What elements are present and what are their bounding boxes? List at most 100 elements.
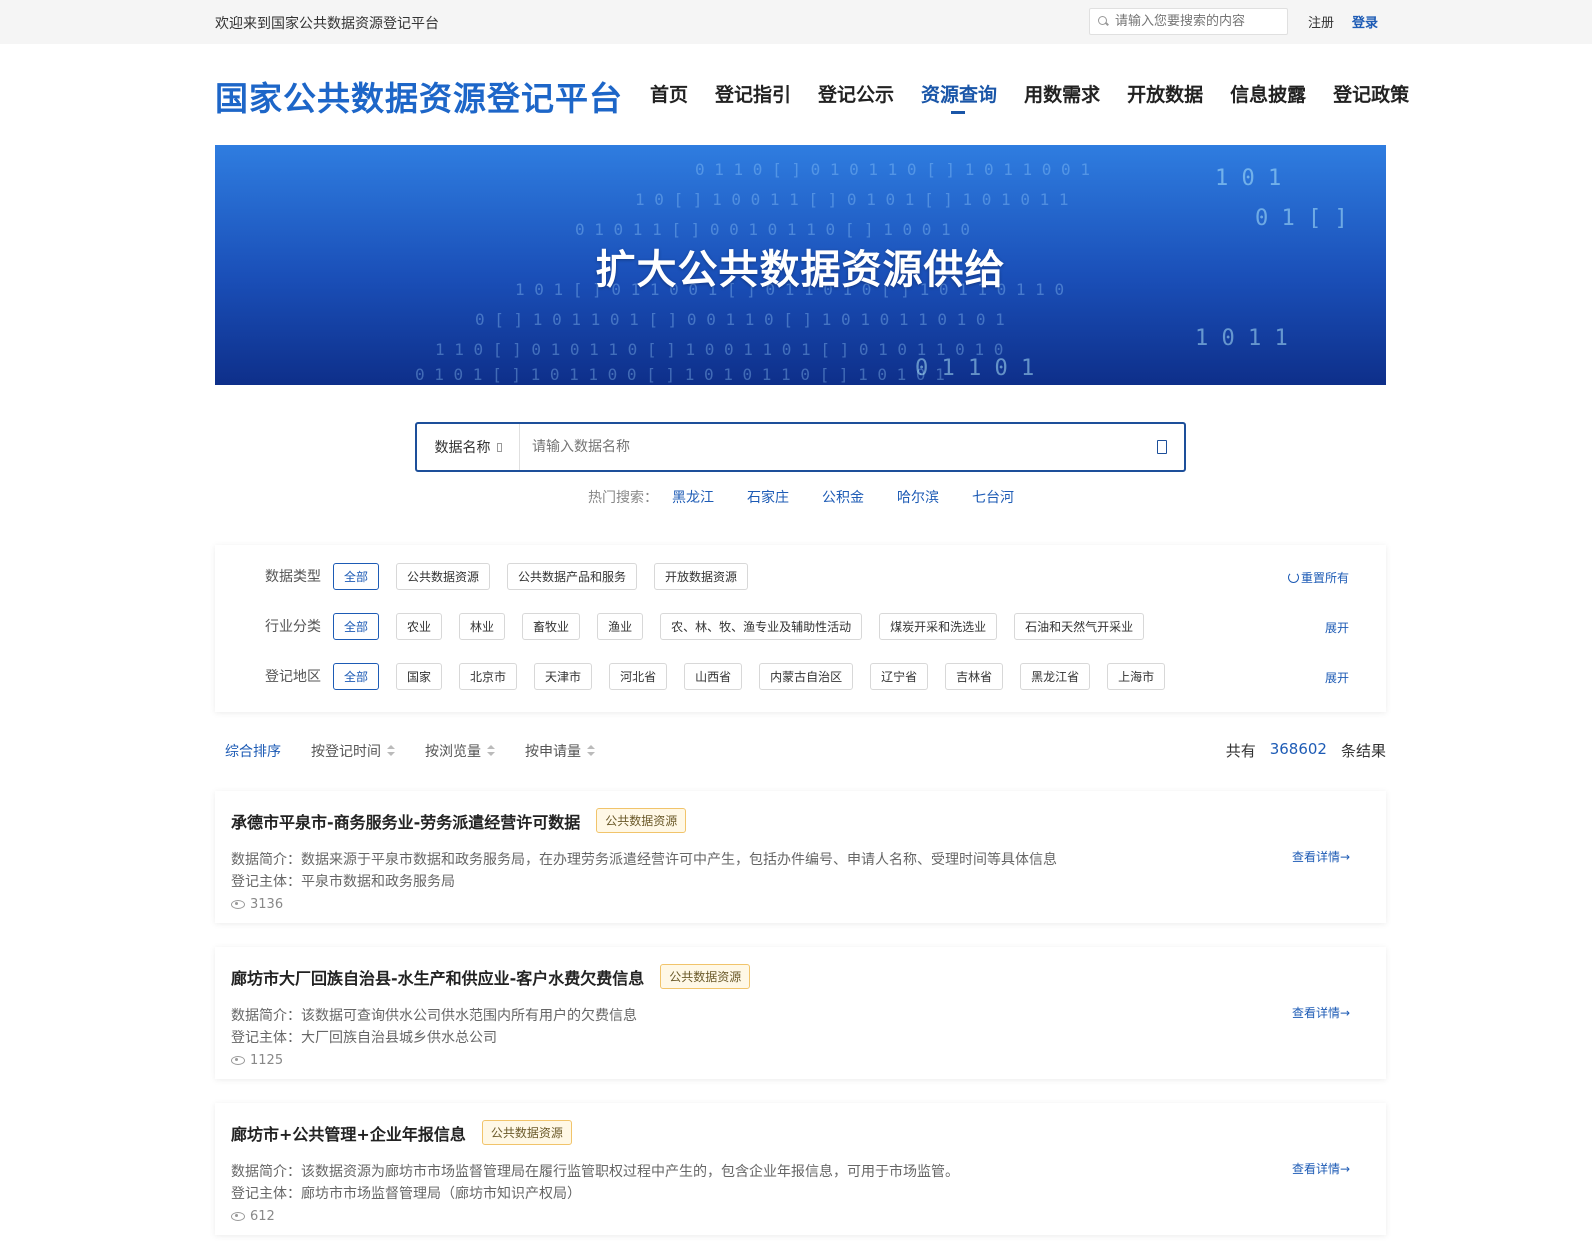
hot-keyword[interactable]: 石家庄	[747, 487, 789, 507]
filter-tag[interactable]: 农业	[396, 612, 443, 640]
sort-label: 按浏览量	[425, 744, 481, 760]
result-title[interactable]: 承德市平泉市-商务服务业-劳务派遣经营许可数据	[231, 809, 580, 833]
sort-label: 按登记时间	[311, 744, 381, 760]
filter-tag[interactable]: 石油和天然气开采业	[1014, 612, 1145, 640]
result-title[interactable]: 廊坊市+公共管理+企业年报信息	[231, 1121, 466, 1145]
filter-label: 行业分类	[265, 619, 321, 635]
result-card[interactable]: 承德市平泉市-商务服务业-劳务派遣经营许可数据 公共数据资源 数据简介：数据来源…	[215, 791, 1386, 923]
search-field-select[interactable]: 数据名称	[417, 424, 520, 470]
main-nav: 首页 登记指引 登记公示 资源查询 用数需求 开放数据 信息披露 登记政策	[650, 80, 1436, 114]
sort-arrows-icon	[487, 745, 495, 757]
nav-resource-query[interactable]: 资源查询	[921, 80, 997, 114]
filter-tag[interactable]: 农、林、牧、渔专业及辅助性活动	[660, 612, 863, 640]
result-card[interactable]: 廊坊市大厂回族自治县-水生产和供应业-客户水费欠费信息 公共数据资源 数据简介：…	[215, 947, 1386, 1079]
nav-demand[interactable]: 用数需求	[1024, 80, 1100, 107]
nav-open-data[interactable]: 开放数据	[1127, 80, 1203, 107]
result-type-badge: 公共数据资源	[481, 1120, 572, 1145]
result-type-badge: 公共数据资源	[596, 808, 687, 833]
svg-text:1 0 [ ] 1 0 0 1 1 [ ] 0 1 0 1: 1 0 [ ] 1 0 0 1 1 [ ] 0 1 0 1 [ ] 1 0 1 …	[635, 190, 1068, 209]
result-subject: 登记主体：廊坊市市场监督管理局（廊坊市知识产权局）	[231, 1186, 581, 1202]
result-views: 1125	[231, 1053, 283, 1068]
filter-tag[interactable]: 河北省	[609, 662, 668, 690]
result-description: 数据简介：该数据可查询供水公司供水范围内所有用户的欠费信息	[231, 1008, 637, 1024]
total-number: 368602	[1269, 740, 1327, 758]
hot-keyword[interactable]: 七台河	[972, 487, 1014, 507]
filter-tag[interactable]: 上海市	[1107, 662, 1166, 690]
sort-arrows-icon	[387, 745, 395, 757]
nav-policy[interactable]: 登记政策	[1333, 80, 1409, 107]
hot-keyword[interactable]: 黑龙江	[672, 487, 714, 507]
filter-tag[interactable]: 公共数据产品和服务	[507, 562, 638, 590]
register-link[interactable]: 注册	[1308, 12, 1334, 31]
filter-tag[interactable]: 林业	[459, 612, 506, 640]
sort-default[interactable]: 综合排序	[225, 741, 281, 761]
sort-by-applications[interactable]: 按申请量	[525, 741, 595, 761]
hot-keyword[interactable]: 公积金	[822, 487, 864, 507]
result-card[interactable]: 廊坊市+公共管理+企业年报信息 公共数据资源 数据简介：该数据资源为廊坊市市场监…	[215, 1103, 1386, 1235]
top-search-input[interactable]	[1113, 13, 1273, 30]
filter-tag[interactable]: 黑龙江省	[1020, 662, 1091, 690]
svg-text:1 0 1 1: 1 0 1 1	[1195, 326, 1288, 351]
filter-tag[interactable]: 吉林省	[945, 662, 1004, 690]
filter-tag[interactable]: 畜牧业	[522, 612, 581, 640]
filter-tag[interactable]: 开放数据资源	[654, 562, 749, 590]
top-bar: 欢迎来到国家公共数据资源登记平台 注册 登录	[0, 0, 1592, 44]
svg-text:0 1 [ ]: 0 1 [ ]	[1255, 206, 1348, 231]
filter-tag[interactable]: 全部	[333, 662, 380, 690]
filter-tag[interactable]: 煤炭开采和洗选业	[879, 612, 998, 640]
sort-by-time[interactable]: 按登记时间	[311, 741, 395, 761]
filter-tag[interactable]: 渔业	[597, 612, 644, 640]
view-detail-link[interactable]: 查看详情→	[1292, 1004, 1350, 1021]
region-expand-button[interactable]: 展开	[1325, 669, 1349, 686]
eye-icon	[231, 900, 245, 909]
filter-row-industry: 行业分类 全部 农业 林业 畜牧业 渔业 农、林、牧、渔专业及辅助性活动 煤炭开…	[265, 612, 1161, 640]
result-description: 数据简介：数据来源于平泉市数据和政务服务局，在办理劳务派遣经营许可中产生，包括办…	[231, 852, 1057, 868]
sort-by-views[interactable]: 按浏览量	[425, 741, 495, 761]
filter-tag[interactable]: 山西省	[684, 662, 743, 690]
view-count: 1125	[250, 1053, 284, 1068]
hot-search: 热门搜索： 黑龙江 石家庄 公积金 哈尔滨 七台河	[588, 487, 1047, 507]
total-suffix: 条结果	[1340, 742, 1386, 760]
filter-tag[interactable]: 公共数据资源	[396, 562, 491, 590]
site-logo[interactable]: 国家公共数据资源登记平台	[215, 72, 623, 120]
view-detail-link[interactable]: 查看详情→	[1292, 848, 1350, 865]
filter-row-type: 数据类型 全部 公共数据资源 公共数据产品和服务 开放数据资源	[265, 562, 765, 590]
nav-disclosure[interactable]: 信息披露	[1230, 80, 1306, 107]
view-detail-link[interactable]: 查看详情→	[1292, 1160, 1350, 1177]
top-search-box[interactable]	[1089, 8, 1288, 35]
svg-text:0 1 1 0 [ ] 0 1 0 1 1 0 [ ] 1: 0 1 1 0 [ ] 0 1 0 1 1 0 [ ] 1 0 1 1 0 0 …	[695, 160, 1090, 179]
filter-tag[interactable]: 内蒙古自治区	[759, 662, 854, 690]
result-title-row: 承德市平泉市-商务服务业-劳务派遣经营许可数据 公共数据资源	[231, 808, 687, 833]
reset-all-button[interactable]: 重置所有	[1287, 569, 1349, 586]
filter-tag[interactable]: 北京市	[459, 662, 518, 690]
result-count: 共有 368602 条结果	[1226, 740, 1386, 761]
result-title[interactable]: 廊坊市大厂回族自治县-水生产和供应业-客户水费欠费信息	[231, 965, 644, 989]
filter-row-region: 登记地区 全部 国家 北京市 天津市 河北省 山西省 内蒙古自治区 辽宁省 吉林…	[265, 662, 1182, 690]
filter-tag[interactable]: 辽宁省	[870, 662, 929, 690]
svg-text:1 0 1: 1 0 1	[1215, 166, 1281, 191]
filter-tag[interactable]: 全部	[333, 562, 380, 590]
result-type-badge: 公共数据资源	[660, 964, 751, 989]
filter-tag[interactable]: 天津市	[534, 662, 593, 690]
search-submit-icon[interactable]	[1157, 440, 1167, 454]
data-name-input[interactable]	[520, 438, 1157, 456]
sort-label: 按申请量	[525, 744, 581, 760]
nav-home[interactable]: 首页	[650, 80, 688, 107]
filter-tag[interactable]: 国家	[396, 662, 443, 690]
view-count: 612	[250, 1209, 275, 1224]
svg-text:0 1 0 1 [ ] 1 0 1 1 0 0 [ ] 1: 0 1 0 1 [ ] 1 0 1 1 0 0 [ ] 1 0 1 0 1 1 …	[415, 365, 945, 384]
eye-icon	[231, 1056, 245, 1065]
nav-guide[interactable]: 登记指引	[715, 80, 791, 107]
result-title-row: 廊坊市大厂回族自治县-水生产和供应业-客户水费欠费信息 公共数据资源	[231, 964, 751, 989]
result-views: 612	[231, 1209, 275, 1224]
result-description: 数据简介：该数据资源为廊坊市市场监督管理局在履行监管职权过程中产生的，包含企业年…	[231, 1164, 959, 1180]
result-subject: 登记主体：平泉市数据和政务服务局	[231, 874, 455, 890]
login-link[interactable]: 登录	[1352, 12, 1378, 31]
data-search-box: 数据名称	[415, 422, 1186, 472]
industry-expand-button[interactable]: 展开	[1325, 619, 1349, 636]
filter-label: 数据类型	[265, 569, 321, 585]
nav-announce[interactable]: 登记公示	[818, 80, 894, 107]
filter-tag[interactable]: 全部	[333, 612, 380, 640]
hot-keyword[interactable]: 哈尔滨	[897, 487, 939, 507]
search-field-label: 数据名称	[434, 440, 491, 456]
